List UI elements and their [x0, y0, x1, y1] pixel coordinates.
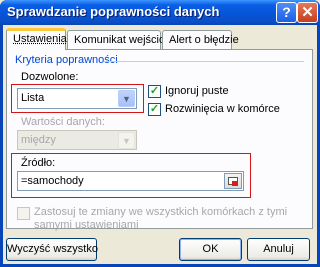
data-label: Wartości danych:: [21, 116, 105, 128]
range-picker-button[interactable]: [224, 173, 242, 189]
apply-all-label: Zastosuj te zmiany we wszystkich komórka…: [34, 206, 288, 231]
validation-criteria-heading: Kryteria poprawności: [15, 54, 118, 66]
close-button[interactable]: ✕: [297, 2, 318, 23]
cancel-button[interactable]: Anuluj: [247, 238, 310, 261]
apply-all-checkbox[interactable]: [17, 207, 30, 220]
data-dropdown-value: między: [21, 134, 56, 146]
settings-panel: Kryteria poprawności Dozwolone: Lista ▼ …: [6, 49, 313, 231]
group-divider: [104, 61, 304, 62]
allow-dropdown-value: Lista: [21, 92, 45, 104]
data-dropdown[interactable]: między ▼: [17, 130, 137, 150]
close-icon: ✕: [301, 4, 314, 21]
tab-input-message[interactable]: Komunikat wejściowy: [67, 30, 179, 49]
title-bar[interactable]: Sprawdzanie poprawności danych ? ✕: [0, 0, 320, 25]
tab-settings-label: Ustawienia: [13, 33, 67, 45]
clear-all-button[interactable]: Wyczyść wszystko: [6, 238, 98, 261]
in-cell-dropdown-checkbox[interactable]: ✓: [148, 103, 161, 116]
tab-error-alert[interactable]: Alert o błędzie: [162, 30, 239, 49]
ignore-blank-label: Ignoruj puste: [165, 85, 229, 97]
window-title: Sprawdzanie poprawności danych: [7, 4, 220, 19]
dialog-window: Sprawdzanie poprawności danych ? ✕ Ustaw…: [0, 0, 320, 267]
tab-error-alert-label: Alert o błędzie: [169, 34, 239, 46]
help-icon: ?: [282, 4, 291, 20]
allow-dropdown[interactable]: Lista ▼: [17, 88, 137, 109]
source-label: Źródło:: [21, 157, 56, 169]
chevron-down-icon[interactable]: ▼: [118, 132, 135, 149]
allow-label: Dozwolone:: [21, 71, 79, 83]
source-input[interactable]: =samochody: [17, 171, 244, 191]
ok-button[interactable]: OK: [179, 238, 242, 261]
chevron-down-icon[interactable]: ▼: [118, 90, 135, 107]
ignore-blank-checkbox[interactable]: ✓: [148, 85, 161, 98]
dialog-body: Ustawienia Komunikat wejściowy Alert o b…: [3, 25, 317, 264]
tab-settings[interactable]: Ustawienia: [6, 28, 67, 50]
range-picker-arrow: [232, 181, 238, 186]
help-button[interactable]: ?: [276, 2, 297, 23]
source-input-value: =samochody: [21, 175, 84, 187]
in-cell-dropdown-label: Rozwinięcia w komórce: [165, 103, 280, 115]
